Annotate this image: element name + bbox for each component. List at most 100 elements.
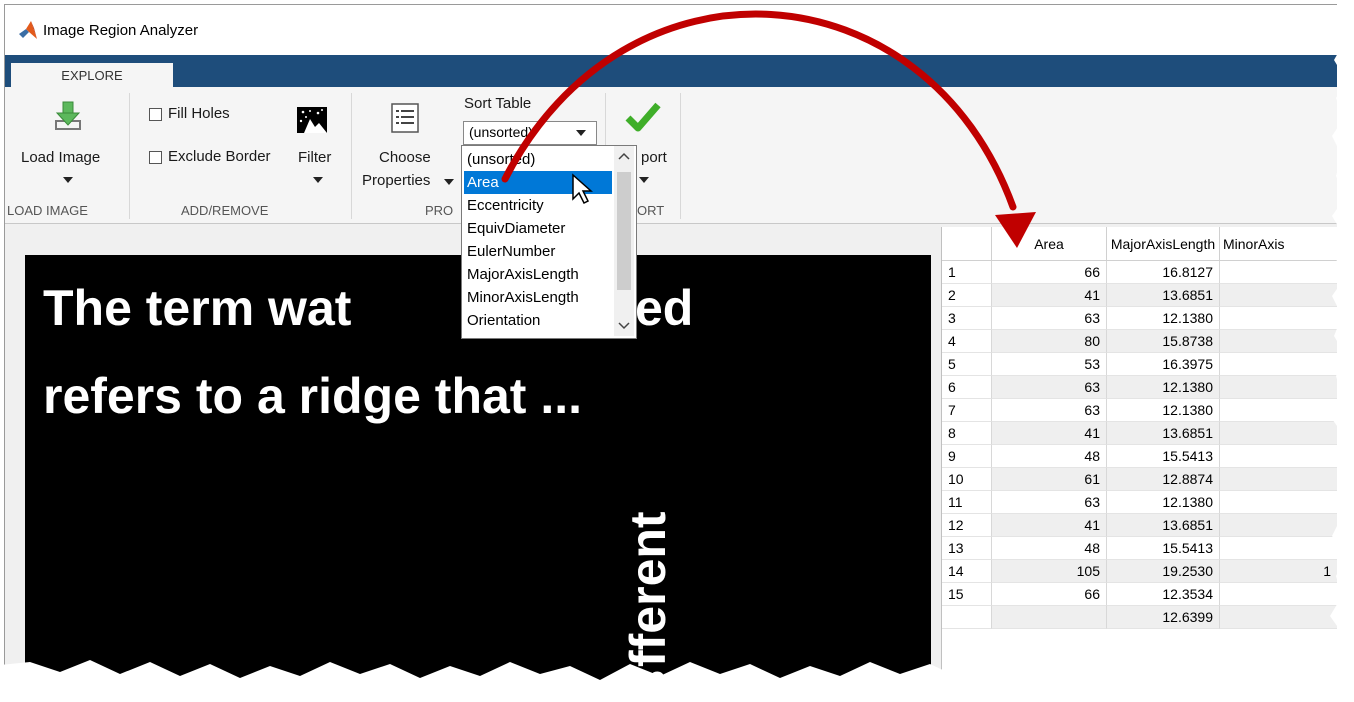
table-row[interactable]: 1 66 16.8127 bbox=[942, 261, 1337, 284]
major-axis-length-cell: 12.8874 bbox=[1107, 468, 1220, 491]
exclude-border-checkbox[interactable] bbox=[149, 151, 162, 164]
dropdown-option[interactable]: Orientation bbox=[464, 309, 612, 332]
dropdown-scrollbar[interactable] bbox=[614, 146, 634, 336]
image-text-vertical-2: as bbox=[619, 669, 677, 687]
row-number-cell: 12 bbox=[942, 514, 992, 537]
sort-table-select[interactable]: (unsorted) bbox=[463, 121, 597, 145]
properties-list-icon bbox=[391, 103, 419, 133]
filter-image-icon bbox=[297, 107, 327, 133]
group-label-add-remove: ADD/REMOVE bbox=[181, 203, 269, 218]
area-cell: 63 bbox=[992, 399, 1107, 422]
table-row[interactable]: 3 63 12.1380 bbox=[942, 307, 1337, 330]
table-row[interactable]: 8 41 13.6851 bbox=[942, 422, 1337, 445]
column-header-minor-axis[interactable]: MinorAxis bbox=[1220, 227, 1337, 261]
region-properties-table: Area MajorAxisLength MinorAxis 1 66 16.812… bbox=[941, 227, 1337, 687]
major-axis-length-cell: 12.1380 bbox=[1107, 491, 1220, 514]
group-label-properties: PRO bbox=[425, 203, 454, 218]
choose-label: Choose bbox=[379, 149, 431, 166]
mouse-cursor-icon bbox=[572, 173, 593, 205]
group-separator bbox=[680, 93, 681, 219]
group-separator bbox=[351, 93, 352, 219]
table-row[interactable]: 11 63 12.1380 bbox=[942, 491, 1337, 514]
scroll-down-icon[interactable] bbox=[618, 322, 630, 330]
area-cell: 66 bbox=[992, 583, 1107, 606]
chevron-down-icon bbox=[576, 130, 586, 136]
minor-axis-cell bbox=[1220, 606, 1337, 629]
minor-axis-cell bbox=[1220, 537, 1337, 560]
dropdown-option[interactable]: MajorAxisLength bbox=[464, 263, 612, 286]
download-arrow-icon bbox=[55, 101, 81, 130]
major-axis-length-cell: 19.2530 bbox=[1107, 560, 1220, 583]
group-label-load-image: LOAD IMAGE bbox=[7, 203, 88, 218]
row-number-cell: 8 bbox=[942, 422, 992, 445]
app-window: Image Region Analyzer EXPLORE Load Image… bbox=[4, 4, 1337, 687]
area-cell: 53 bbox=[992, 353, 1107, 376]
major-axis-length-cell: 16.3975 bbox=[1107, 353, 1220, 376]
minor-axis-cell bbox=[1220, 376, 1337, 399]
tab-strip: EXPLORE bbox=[5, 55, 1337, 89]
dropdown-option[interactable]: EquivDiameter bbox=[464, 217, 612, 240]
area-cell: 80 bbox=[992, 330, 1107, 353]
major-axis-length-cell: 12.3534 bbox=[1107, 583, 1220, 606]
table-row[interactable]: 12.6399 bbox=[942, 606, 1337, 629]
sort-table-label: Sort Table bbox=[464, 95, 532, 112]
scroll-up-icon[interactable] bbox=[618, 152, 630, 160]
scrollbar-thumb[interactable] bbox=[617, 172, 631, 290]
column-header-area[interactable]: Area bbox=[992, 227, 1107, 261]
image-text-line1-tail: ed bbox=[635, 280, 694, 336]
fill-holes-checkbox[interactable] bbox=[149, 108, 162, 121]
major-axis-length-cell: 12.6399 bbox=[1107, 606, 1220, 629]
sort-select-value: (unsorted) bbox=[469, 124, 533, 140]
area-cell: 63 bbox=[992, 491, 1107, 514]
area-cell: 48 bbox=[992, 537, 1107, 560]
sort-dropdown-list[interactable]: (unsorted) Area Eccentricity EquivDiamet… bbox=[461, 145, 637, 339]
row-number-cell: 11 bbox=[942, 491, 992, 514]
chevron-down-icon bbox=[444, 179, 454, 185]
table-row[interactable]: 12 41 13.6851 bbox=[942, 514, 1337, 537]
group-label-export: ORT bbox=[637, 203, 665, 218]
image-text-line2: refers to a ridge that ... bbox=[43, 368, 583, 424]
minor-axis-cell bbox=[1220, 307, 1337, 330]
chevron-down-icon bbox=[639, 177, 649, 183]
row-number-cell: 9 bbox=[942, 445, 992, 468]
major-axis-length-cell: 13.6851 bbox=[1107, 284, 1220, 307]
column-header-major-axis-length[interactable]: MajorAxisLength bbox=[1107, 227, 1220, 261]
dropdown-option[interactable]: (unsorted) bbox=[464, 148, 612, 171]
dropdown-option[interactable]: MinorAxisLength bbox=[464, 286, 612, 309]
table-row[interactable]: 15 66 12.3534 bbox=[942, 583, 1337, 606]
row-number-cell: 14 bbox=[942, 560, 992, 583]
minor-axis-cell bbox=[1220, 353, 1337, 376]
row-number-cell: 1 bbox=[942, 261, 992, 284]
table-row[interactable]: 4 80 15.8738 bbox=[942, 330, 1337, 353]
dropdown-option[interactable]: EulerNumber bbox=[464, 240, 612, 263]
row-number-cell: 7 bbox=[942, 399, 992, 422]
tab-explore[interactable]: EXPLORE bbox=[11, 63, 173, 89]
major-axis-length-cell: 15.5413 bbox=[1107, 537, 1220, 560]
toolstrip: Load Image Fill Holes Exclude Border Fil… bbox=[5, 87, 1337, 224]
minor-axis-cell bbox=[1220, 445, 1337, 468]
minor-axis-cell bbox=[1220, 330, 1337, 353]
table-row[interactable]: 9 48 15.5413 bbox=[942, 445, 1337, 468]
table-row[interactable]: 5 53 16.3975 bbox=[942, 353, 1337, 376]
major-axis-length-cell: 12.1380 bbox=[1107, 376, 1220, 399]
area-cell: 41 bbox=[992, 422, 1107, 445]
area-cell: 63 bbox=[992, 376, 1107, 399]
table-row[interactable]: 13 48 15.5413 bbox=[942, 537, 1337, 560]
export-label: port bbox=[641, 149, 667, 166]
area-cell: 41 bbox=[992, 284, 1107, 307]
table-corner-header bbox=[942, 227, 992, 261]
row-number-cell bbox=[942, 606, 992, 629]
table-row[interactable]: 6 63 12.1380 bbox=[942, 376, 1337, 399]
row-number-cell: 15 bbox=[942, 583, 992, 606]
chevron-down-icon bbox=[63, 177, 73, 183]
fill-holes-label: Fill Holes bbox=[168, 105, 230, 122]
table-row[interactable]: 14 105 19.2530 1 bbox=[942, 560, 1337, 583]
table-row[interactable]: 10 61 12.8874 bbox=[942, 468, 1337, 491]
table-row[interactable]: 7 63 12.1380 bbox=[942, 399, 1337, 422]
major-axis-length-cell: 16.8127 bbox=[1107, 261, 1220, 284]
table-row[interactable]: 2 41 13.6851 bbox=[942, 284, 1337, 307]
image-text-line1: The term wat bbox=[43, 280, 352, 336]
properties-label: Properties bbox=[362, 172, 431, 189]
major-axis-length-cell: 13.6851 bbox=[1107, 422, 1220, 445]
row-number-cell: 3 bbox=[942, 307, 992, 330]
